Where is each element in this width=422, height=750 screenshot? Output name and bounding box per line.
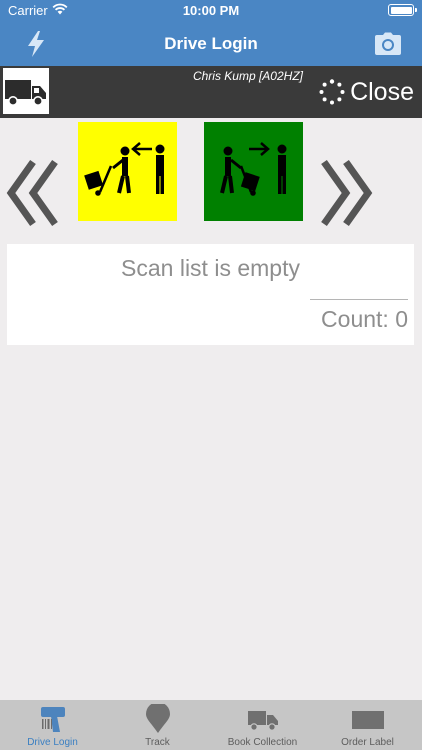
tab-label: Book Collection (227, 737, 298, 748)
action-row (0, 118, 422, 244)
tab-drive-login[interactable]: Drive Login (0, 700, 105, 750)
barcode-scanner-icon (40, 707, 65, 732)
tab-book-collection[interactable]: Book Collection (210, 700, 315, 750)
page-title: Drive Login (164, 34, 258, 53)
collect-parcel-button[interactable] (78, 122, 177, 221)
close-label: Close (350, 77, 414, 106)
double-chevron-right-icon[interactable] (318, 158, 374, 228)
tab-bar: Drive Login Track Book Collection Order … (0, 700, 422, 750)
tab-label: Order Label (341, 737, 394, 748)
close-button[interactable]: Close (319, 76, 414, 108)
camera-icon[interactable] (374, 32, 402, 56)
scan-count: Count: 0 (321, 306, 408, 332)
tab-track[interactable]: Track (105, 700, 210, 750)
vehicle-button[interactable] (3, 68, 49, 114)
count-divider (310, 299, 408, 300)
battery-icon (388, 4, 417, 16)
tab-order-label[interactable]: Order Label (315, 700, 420, 750)
double-chevron-left-icon[interactable] (5, 158, 61, 228)
user-bar: Chris Kump [A02HZ] Close (0, 66, 422, 118)
deliver-parcel-button[interactable] (204, 122, 303, 221)
truck-icon (247, 711, 278, 731)
user-name: Chris Kump [A02HZ] (192, 69, 303, 83)
nav-bar: Drive Login (0, 22, 422, 66)
deliver-parcel-icon (220, 142, 287, 196)
scan-list-card: Scan list is empty Count: 0 (7, 244, 414, 345)
map-pin-icon (145, 704, 170, 733)
scan-list-empty-text: Scan list is empty (121, 255, 300, 281)
loading-spinner-icon (319, 79, 345, 105)
truck-icon (5, 80, 46, 106)
tab-label: Track (145, 737, 170, 748)
collect-parcel-icon (84, 142, 165, 196)
status-bar: Carrier 10:00 PM (0, 0, 422, 22)
clock: 10:00 PM (182, 3, 240, 18)
tab-label: Drive Login (27, 737, 78, 748)
label-printer-icon (351, 711, 384, 729)
